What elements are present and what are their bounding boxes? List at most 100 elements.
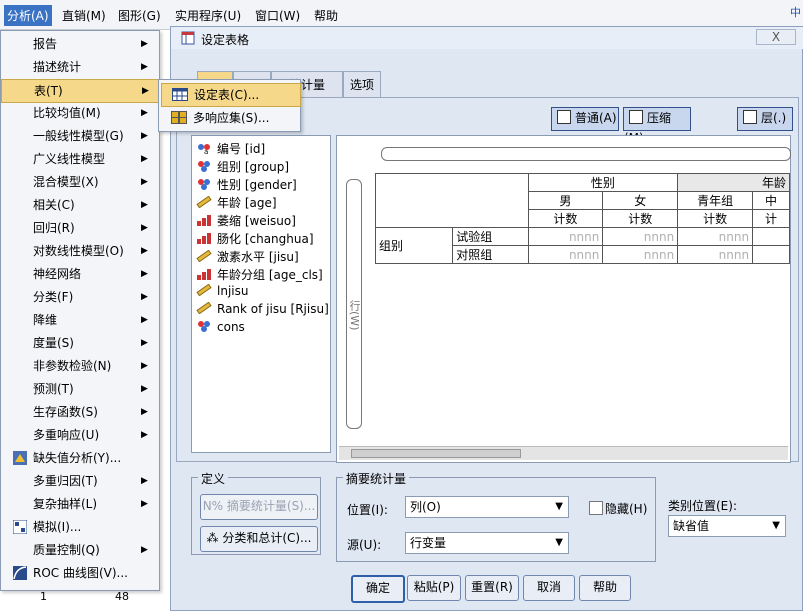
source-dropdown[interactable]: 行变量 ▼ [405, 532, 569, 554]
menu-direct-marketing[interactable]: 直销(M) [62, 7, 106, 24]
chevron-right-icon: ▶ [141, 131, 148, 141]
variable-item[interactable]: a 编号 [id] [196, 140, 265, 157]
analyze-menu-item[interactable]: 一般线性模型(G) ▶ [1, 125, 159, 147]
menu-utilities[interactable]: 实用程序(U) [175, 7, 241, 24]
hide-label: 隐藏(H) [605, 502, 648, 516]
analyze-menu-item[interactable]: 广义线性模型 ▶ [1, 148, 159, 170]
multiple-response-sets-menu-item[interactable]: 多响应集(S)... [161, 107, 299, 129]
view-compact-button[interactable]: 压缩(M) [623, 107, 691, 145]
chevron-right-icon: ▶ [141, 108, 148, 118]
position-label: 位置(I): [347, 503, 388, 517]
category-position-dropdown[interactable]: 缺省值 ▼ [668, 515, 786, 537]
row-label[interactable]: 试验组 [452, 227, 529, 246]
ok-button[interactable]: 确定 [351, 575, 405, 603]
custom-tables-menu-item[interactable]: 设定表(C)... [161, 83, 301, 107]
analyze-menu-item[interactable]: ROC 曲线图(V)... [1, 562, 159, 584]
variable-item[interactable]: cons [196, 320, 245, 334]
variable-list[interactable]: a 编号 [id] 组别 [group] 性别 [gender] 年龄 [age] 萎缩 … [191, 135, 331, 453]
menu-help[interactable]: 帮助 [314, 7, 338, 24]
analyze-menu-item[interactable]: 多重归因(T) ▶ [1, 470, 159, 492]
analyze-menu-item[interactable]: 非参数检验(N) ▶ [1, 355, 159, 377]
variable-item[interactable]: Rank of jisu [Rjisu] [196, 302, 329, 316]
menu-item-label: 质量控制(Q) [33, 543, 100, 557]
cancel-button[interactable]: 取消 [523, 575, 575, 601]
cell-placeholder: nnnn [602, 227, 679, 246]
analyze-menu-item[interactable]: 分类(F) ▶ [1, 286, 159, 308]
layers-icon [743, 110, 757, 124]
analyze-menu-item[interactable]: 混合模型(X) ▶ [1, 171, 159, 193]
variable-item[interactable]: 萎缩 [weisuo] [196, 212, 296, 229]
analyze-menu-item[interactable]: 模拟(I)... [1, 516, 159, 538]
scale-ruler-icon [196, 196, 212, 208]
compact-view-icon [629, 110, 643, 124]
variable-label: cons [217, 320, 245, 334]
menu-item-label: 神经网络 [33, 267, 82, 281]
analyze-menu-item[interactable]: 表(T) ▶ [1, 79, 161, 103]
menu-window[interactable]: 窗口(W) [255, 7, 300, 24]
table-canvas[interactable]: 行(W) 性别 年龄 男 女 青年组 中 计数 计数 计数 计 组别 试验组 n… [336, 135, 791, 463]
header-male[interactable]: 男 [527, 191, 604, 210]
variable-label: lnjisu [217, 284, 249, 298]
analyze-menu-item[interactable]: 生存函数(S) ▶ [1, 401, 159, 423]
variable-label: 年龄分组 [age_cls] [217, 268, 323, 282]
variable-item[interactable]: 性别 [gender] [196, 176, 297, 193]
summary-statistics-button[interactable]: N% 摘要统计量(S)... [200, 494, 318, 520]
header-middle[interactable]: 中 [752, 191, 790, 210]
header-female[interactable]: 女 [602, 191, 679, 210]
menu-item-label: 度量(S) [33, 336, 74, 350]
position-dropdown[interactable]: 列(O) ▼ [405, 496, 569, 518]
row-label[interactable]: 对照组 [452, 245, 529, 264]
analyze-menu-item[interactable]: 多重响应(U) ▶ [1, 424, 159, 446]
hide-checkbox[interactable] [589, 501, 603, 515]
close-button[interactable]: X [756, 29, 796, 45]
variable-item[interactable]: 激素水平 [jisu] [196, 248, 299, 265]
header-gender[interactable]: 性别 [527, 173, 679, 192]
menu-item-label: 降维 [33, 313, 58, 327]
chevron-right-icon: ▶ [141, 39, 148, 49]
variable-item[interactable]: 年龄分组 [age_cls] [196, 266, 323, 283]
row-drop-zone[interactable]: 行(W) [346, 179, 362, 429]
analyze-menu-item[interactable]: 缺失值分析(Y)... [1, 447, 159, 469]
analyze-menu-item[interactable]: 复杂抽样(L) ▶ [1, 493, 159, 515]
category-position-label: 类别位置(E): [668, 499, 737, 513]
analyze-menu-item[interactable]: 神经网络 ▶ [1, 263, 159, 285]
variable-item[interactable]: lnjisu [196, 284, 248, 298]
header-age[interactable]: 年龄 [677, 173, 790, 192]
analyze-menu-item[interactable]: 对数线性模型(O) ▶ [1, 240, 159, 262]
variable-label: 编号 [id] [217, 142, 266, 156]
menu-item-label: 对数线性模型(O) [33, 244, 124, 258]
reset-button[interactable]: 重置(R) [465, 575, 519, 601]
tab-options[interactable]: 选项 [343, 71, 381, 99]
missing-value-icon [13, 451, 27, 465]
menu-analyze[interactable]: 分析(A) [4, 5, 52, 26]
analyze-menu-item[interactable]: 报告 ▶ [1, 33, 159, 55]
view-normal-button[interactable]: 普通(A) [551, 107, 619, 131]
analyze-menu-item[interactable]: 回归(R) ▶ [1, 217, 159, 239]
analyze-menu-item[interactable]: 预测(T) ▶ [1, 378, 159, 400]
analyze-menu-item[interactable]: 度量(S) ▶ [1, 332, 159, 354]
row-group-label[interactable]: 组别 [374, 227, 454, 264]
menu-item-label: ROC 曲线图(V)... [33, 566, 128, 580]
analyze-menu-item[interactable]: 相关(C) ▶ [1, 194, 159, 216]
analyze-menu-item[interactable]: 降维 ▶ [1, 309, 159, 331]
variable-item[interactable]: 肠化 [changhua] [196, 230, 314, 247]
ime-indicator[interactable]: 中 [790, 4, 801, 20]
sheet-cell: 48 [115, 590, 129, 603]
help-button[interactable]: 帮助 [579, 575, 631, 601]
variable-item[interactable]: 组别 [group] [196, 158, 289, 175]
categories-totals-button[interactable]: ⁂ 分类和总计(C)... [200, 526, 318, 552]
variable-item[interactable]: 年龄 [age] [196, 194, 277, 211]
analyze-menu-item[interactable]: 描述统计 ▶ [1, 56, 159, 78]
horizontal-scrollbar[interactable] [339, 446, 788, 460]
paste-button[interactable]: 粘贴(P) [407, 575, 461, 601]
analyze-menu-item[interactable]: 比较均值(M) ▶ [1, 102, 159, 124]
scrollbar-thumb[interactable] [351, 449, 521, 458]
menu-graphs[interactable]: 图形(G) [118, 7, 161, 24]
header-young[interactable]: 青年组 [677, 191, 754, 210]
summary-statistics-group: 摘要统计量 位置(I): 列(O) ▼ 隐藏(H) 源(U): 行变量 ▼ [336, 470, 656, 562]
chevron-right-icon: ▶ [141, 200, 148, 210]
analyze-menu-item[interactable]: 质量控制(Q) ▶ [1, 539, 159, 561]
column-drop-zone[interactable] [381, 147, 791, 161]
layers-button[interactable]: 层(.) [737, 107, 793, 131]
menu-item-label: 模拟(I)... [33, 520, 82, 534]
